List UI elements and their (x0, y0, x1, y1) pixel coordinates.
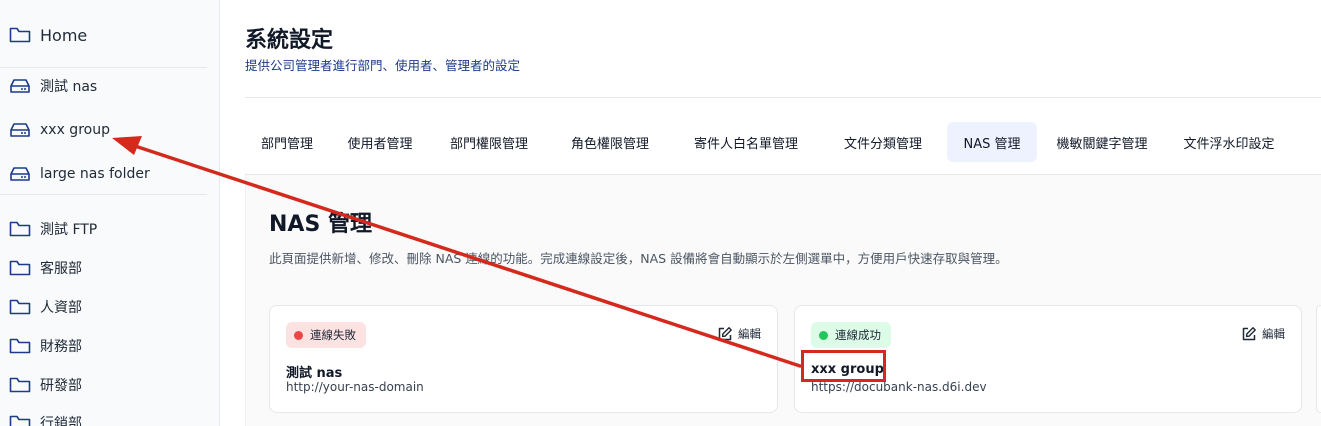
sidebar-item-label: 測試 FTP (40, 222, 98, 238)
tab-users[interactable]: 使用者管理 (329, 122, 431, 162)
sidebar-item-folder[interactable]: 研發部 (8, 371, 82, 399)
nas-url: https://docubank-nas.d6i.dev (811, 380, 987, 394)
nas-url: http://your-nas-domain (286, 380, 424, 394)
tab-department[interactable]: 部門管理 (245, 122, 329, 162)
folder-icon (8, 24, 32, 46)
sidebar-divider (0, 67, 207, 68)
sidebar-item-folder[interactable]: 測試 FTP (8, 215, 97, 243)
sidebar: Home 測試 nas xxx group large nas folder 測… (0, 0, 220, 426)
section-description: 此頁面提供新增、修改、刪除 NAS 連線的功能。完成連線設定後，NAS 設備將會… (269, 251, 1008, 266)
edit-icon (717, 326, 733, 342)
page-subtitle: 提供公司管理者進行部門、使用者、管理者的設定 (245, 58, 521, 73)
sidebar-item-label: 人資部 (40, 300, 82, 316)
sidebar-divider (0, 194, 207, 195)
sidebar-item-label: xxx group (40, 122, 110, 138)
sidebar-item-label: 財務部 (40, 339, 82, 355)
sidebar-item-folder[interactable]: 人資部 (8, 293, 82, 321)
tab-sender-whitelist[interactable]: 寄件人白名單管理 (673, 122, 819, 162)
folder-icon (8, 335, 32, 357)
sidebar-item-folder[interactable]: 財務部 (8, 332, 82, 360)
divider (245, 97, 1321, 98)
edit-icon (1241, 326, 1257, 342)
sidebar-item-nas[interactable]: 測試 nas (8, 72, 97, 100)
nas-card-partial (1316, 305, 1321, 413)
annotation-highlight-box (801, 350, 886, 382)
sidebar-item-label: 行銷部 (40, 416, 82, 426)
nas-card[interactable]: 連線失敗 編輯 測試 nas http://your-nas-domain (269, 305, 778, 413)
tab-sensitive-keywords[interactable]: 機敏關鍵字管理 (1037, 122, 1167, 162)
status-badge: 連線失敗 (286, 322, 366, 348)
tab-nas[interactable]: NAS 管理 (947, 122, 1037, 162)
status-label: 連線失敗 (310, 328, 356, 342)
page-title: 系統設定 (245, 28, 334, 53)
tab-department-permissions[interactable]: 部門權限管理 (431, 122, 547, 162)
sidebar-item-folder[interactable]: 行銷部 (8, 409, 82, 426)
status-badge: 連線成功 (811, 322, 891, 348)
section-title: NAS 管理 (269, 212, 372, 237)
sidebar-item-label: Home (40, 25, 88, 45)
sidebar-item-label: large nas folder (40, 166, 150, 182)
status-dot-icon (819, 330, 828, 340)
settings-tabs: 部門管理 使用者管理 部門權限管理 角色權限管理 寄件人白名單管理 文件分類管理… (245, 122, 1291, 162)
nas-drive-icon (8, 119, 32, 141)
sidebar-item-label: 客服部 (40, 261, 82, 277)
nas-drive-icon (8, 163, 32, 185)
nas-drive-icon (8, 75, 32, 97)
edit-button[interactable]: 編輯 (717, 326, 761, 342)
folder-icon (8, 257, 32, 279)
edit-label: 編輯 (738, 327, 761, 341)
edit-button[interactable]: 編輯 (1241, 326, 1285, 342)
sidebar-item-home[interactable]: Home (8, 21, 87, 49)
status-label: 連線成功 (835, 328, 881, 342)
sidebar-item-nas[interactable]: xxx group (8, 116, 110, 144)
tab-document-categories[interactable]: 文件分類管理 (819, 122, 947, 162)
edit-label: 編輯 (1262, 327, 1285, 341)
tab-role-permissions[interactable]: 角色權限管理 (547, 122, 673, 162)
sidebar-item-label: 測試 nas (40, 79, 98, 95)
sidebar-item-label: 研發部 (40, 378, 82, 394)
tab-watermark[interactable]: 文件浮水印設定 (1167, 122, 1291, 162)
nas-name: 測試 nas (286, 366, 343, 381)
folder-icon (8, 412, 32, 426)
sidebar-item-folder[interactable]: 客服部 (8, 254, 82, 282)
folder-icon (8, 296, 32, 318)
status-dot-icon (294, 330, 303, 340)
folder-icon (8, 374, 32, 396)
sidebar-item-nas[interactable]: large nas folder (8, 160, 150, 188)
folder-icon (8, 218, 32, 240)
